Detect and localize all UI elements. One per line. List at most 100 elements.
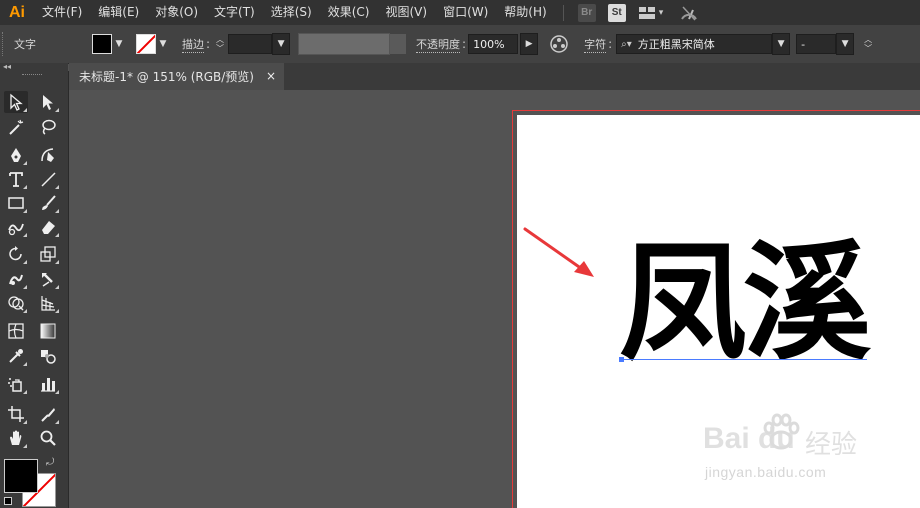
- chevron-down-icon: ▾: [658, 7, 664, 18]
- chevron-down-icon[interactable]: ▼: [772, 33, 791, 55]
- control-bar: 文字 ▼ ▼ 描边 : ︿ ﹀ ▼ 不透明度 : 100% ▶ 字符 : ⌕▾ 方…: [0, 25, 920, 64]
- perspective-grid-tool[interactable]: [36, 292, 60, 314]
- close-icon[interactable]: ×: [266, 69, 276, 83]
- stroke-control[interactable]: ▼: [136, 34, 170, 54]
- tool-panel-header[interactable]: ◂◂: [0, 62, 68, 71]
- stroke-colon: :: [206, 37, 211, 51]
- slice-tool[interactable]: [36, 403, 60, 425]
- opacity-colon: :: [462, 37, 467, 51]
- menu-edit[interactable]: 编辑(E): [90, 0, 147, 25]
- document-tab[interactable]: 未标题-1* @ 151% (RGB/预览) ×: [69, 63, 284, 90]
- magic-wand-tool[interactable]: [4, 116, 28, 138]
- variable-width-profile[interactable]: [298, 33, 391, 55]
- menu-file[interactable]: 文件(F): [34, 0, 90, 25]
- menu-type[interactable]: 文字(T): [206, 0, 263, 25]
- fill-swatch[interactable]: [92, 34, 112, 54]
- lasso-tool[interactable]: [36, 116, 60, 138]
- chevron-down-icon[interactable]: ▼: [836, 33, 855, 55]
- symbol-sprayer-tool[interactable]: [4, 373, 28, 395]
- stroke-label[interactable]: 描边: [182, 36, 204, 53]
- swap-fill-stroke-icon[interactable]: ⤾: [46, 457, 54, 468]
- zoom-icon: [40, 430, 56, 446]
- shape-builder-tool[interactable]: [4, 292, 28, 314]
- artboard-text[interactable]: 凤溪: [619, 240, 871, 368]
- eraser-tool[interactable]: [36, 216, 60, 238]
- direct-selection-tool[interactable]: [36, 91, 60, 113]
- menu-view[interactable]: 视图(V): [377, 0, 435, 25]
- tool-name-label: 文字: [14, 38, 36, 51]
- menu-object[interactable]: 对象(O): [147, 0, 206, 25]
- character-colon: :: [608, 37, 613, 51]
- mesh-tool[interactable]: [4, 320, 28, 342]
- paw-icon: [763, 413, 800, 450]
- magic-wand-icon: [9, 119, 24, 135]
- lasso-icon: [42, 119, 56, 135]
- watermark: Bai du 经验 jingyan.baidu.com: [703, 412, 903, 492]
- fill-color-box[interactable]: [4, 459, 38, 493]
- pen-tool[interactable]: [4, 144, 28, 166]
- scale-tool[interactable]: [36, 243, 60, 265]
- curvature-icon: [41, 148, 54, 162]
- tools-panel: ⤾: [0, 71, 69, 508]
- annotation-arrow-icon: [523, 227, 594, 277]
- recolor-artwork-icon[interactable]: [550, 35, 568, 53]
- font-family-field[interactable]: ⌕▾ 方正粗黑宋简体: [616, 34, 773, 54]
- blend-tool[interactable]: [36, 345, 60, 367]
- text-anchor-point[interactable]: [619, 357, 624, 362]
- opacity-label[interactable]: 不透明度: [416, 36, 461, 53]
- menu-bar: Ai 文件(F) 编辑(E) 对象(O) 文字(T) 选择(S) 效果(C) 视…: [0, 0, 920, 25]
- character-label[interactable]: 字符: [584, 36, 607, 53]
- gradient-icon: [40, 323, 56, 339]
- artboard-tool[interactable]: [4, 403, 28, 425]
- mesh-icon: [8, 323, 24, 339]
- warp-tool[interactable]: [4, 268, 28, 290]
- paintbrush-tool[interactable]: [36, 192, 60, 214]
- panel-grip[interactable]: [22, 74, 42, 77]
- stroke-stepper-icon[interactable]: ︿ ﹀: [214, 33, 226, 55]
- shaper-tool[interactable]: [4, 216, 28, 238]
- rotate-tool[interactable]: [4, 243, 28, 265]
- watermark-url: jingyan.baidu.com: [705, 464, 827, 480]
- column-graph-tool[interactable]: [36, 373, 60, 395]
- gpu-performance-icon[interactable]: [679, 4, 699, 22]
- line-tool[interactable]: [36, 168, 60, 190]
- hand-tool[interactable]: [4, 427, 28, 449]
- font-size-stepper-icon[interactable]: ︿ ﹀: [862, 33, 874, 55]
- gradient-tool[interactable]: [36, 320, 60, 342]
- document-tab-title: 未标题-1* @ 151% (RGB/预览): [79, 70, 254, 84]
- app-logo: Ai: [9, 3, 25, 21]
- stock-button[interactable]: St: [607, 3, 626, 22]
- bridge-button[interactable]: Br: [577, 3, 596, 22]
- curvature-tool[interactable]: [36, 144, 60, 166]
- text-baseline: [621, 359, 867, 360]
- menu-effect[interactable]: 效果(C): [320, 0, 378, 25]
- menu-window[interactable]: 窗口(W): [435, 0, 496, 25]
- type-tool[interactable]: [4, 168, 28, 190]
- stroke-weight-field[interactable]: [228, 34, 273, 54]
- chevron-down-icon[interactable]: ▼: [156, 34, 170, 54]
- font-style-field[interactable]: -: [796, 34, 837, 54]
- menu-help[interactable]: 帮助(H): [496, 0, 554, 25]
- panel-grip[interactable]: [2, 32, 6, 56]
- fill-control[interactable]: ▼: [92, 34, 126, 54]
- eyedropper-tool[interactable]: [4, 345, 28, 367]
- chevron-down-icon[interactable]: ▼: [272, 33, 291, 55]
- canvas-area[interactable]: 凤溪 Bai du 经验 jingyan.baidu.com: [69, 90, 920, 508]
- blend-icon: [41, 350, 56, 364]
- chevron-right-icon[interactable]: ▶: [520, 33, 539, 55]
- default-colors-icon[interactable]: [4, 497, 12, 505]
- rectangle-tool[interactable]: [4, 192, 28, 214]
- menu-select[interactable]: 选择(S): [263, 0, 320, 25]
- profile-dropdown-icon[interactable]: [390, 34, 407, 54]
- stroke-swatch[interactable]: [136, 34, 156, 54]
- selection-tool[interactable]: [4, 91, 28, 113]
- collapse-icon[interactable]: ◂◂: [3, 62, 11, 71]
- fill-stroke-widget[interactable]: ⤾: [4, 457, 64, 507]
- opacity-field[interactable]: 100%: [468, 34, 519, 54]
- font-family-value: 方正粗黑宋简体: [637, 38, 715, 51]
- puppet-warp-tool[interactable]: [36, 268, 60, 290]
- zoom-tool[interactable]: [36, 427, 60, 449]
- watermark-cn: 经验: [805, 430, 858, 460]
- chevron-down-icon[interactable]: ▼: [112, 34, 126, 54]
- workspace-layout-icon[interactable]: ▾: [638, 6, 664, 20]
